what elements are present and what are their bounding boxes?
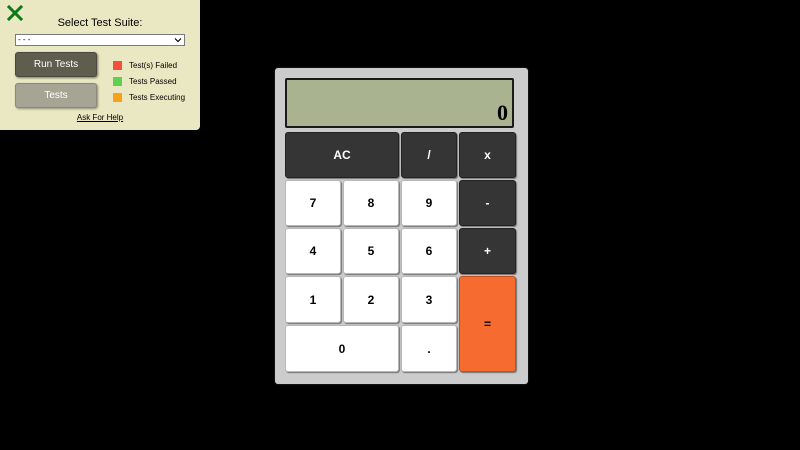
page: Select Test Suite: - - - Run Tests Tests… xyxy=(0,0,800,450)
digit-4-button[interactable]: 4 xyxy=(285,228,341,274)
legend-item-failed: Test(s) Failed xyxy=(113,57,185,73)
legend-item-passed: Tests Passed xyxy=(113,73,185,89)
panel-title: Select Test Suite: xyxy=(57,17,143,29)
equals-button[interactable]: = xyxy=(459,276,516,372)
status-legend: Test(s) Failed Tests Passed Tests Execut… xyxy=(113,57,185,105)
digit-5-button[interactable]: 5 xyxy=(343,228,399,274)
ask-for-help-link[interactable]: Ask For Help xyxy=(0,113,200,122)
calculator-display: 0 xyxy=(285,78,514,128)
digit-6-button[interactable]: 6 xyxy=(401,228,457,274)
legend-label: Tests Passed xyxy=(129,76,177,86)
test-panel: Select Test Suite: - - - Run Tests Tests… xyxy=(0,0,200,130)
legend-label: Test(s) Failed xyxy=(129,60,178,70)
failed-swatch xyxy=(113,60,122,70)
clear-button[interactable]: AC xyxy=(285,132,399,178)
run-tests-button[interactable]: Run Tests xyxy=(15,52,97,77)
test-suite-select[interactable]: - - - xyxy=(15,34,185,46)
passed-swatch xyxy=(113,76,122,86)
digit-2-button[interactable]: 2 xyxy=(343,276,399,323)
decimal-button[interactable]: . xyxy=(401,325,457,372)
divide-button[interactable]: / xyxy=(401,132,457,178)
legend-label: Tests Executing xyxy=(129,92,186,102)
test-suite-select-value: - - - xyxy=(18,35,31,44)
display-value: 0 xyxy=(497,100,508,125)
executing-swatch xyxy=(113,92,122,102)
digit-8-button[interactable]: 8 xyxy=(343,180,399,226)
tests-button[interactable]: Tests xyxy=(15,83,97,108)
subtract-button[interactable]: - xyxy=(459,180,516,226)
digit-3-button[interactable]: 3 xyxy=(401,276,457,323)
legend-item-executing: Tests Executing xyxy=(113,89,185,105)
add-button[interactable]: + xyxy=(459,228,516,274)
digit-0-button[interactable]: 0 xyxy=(285,325,399,372)
multiply-button[interactable]: x xyxy=(459,132,516,178)
chevron-down-icon xyxy=(174,38,182,43)
digit-1-button[interactable]: 1 xyxy=(285,276,341,323)
calculator: 0 AC / x 7 8 9 - 4 5 6 + 1 2 3 = 0 . xyxy=(275,68,528,384)
digit-9-button[interactable]: 9 xyxy=(401,180,457,226)
digit-7-button[interactable]: 7 xyxy=(285,180,341,226)
